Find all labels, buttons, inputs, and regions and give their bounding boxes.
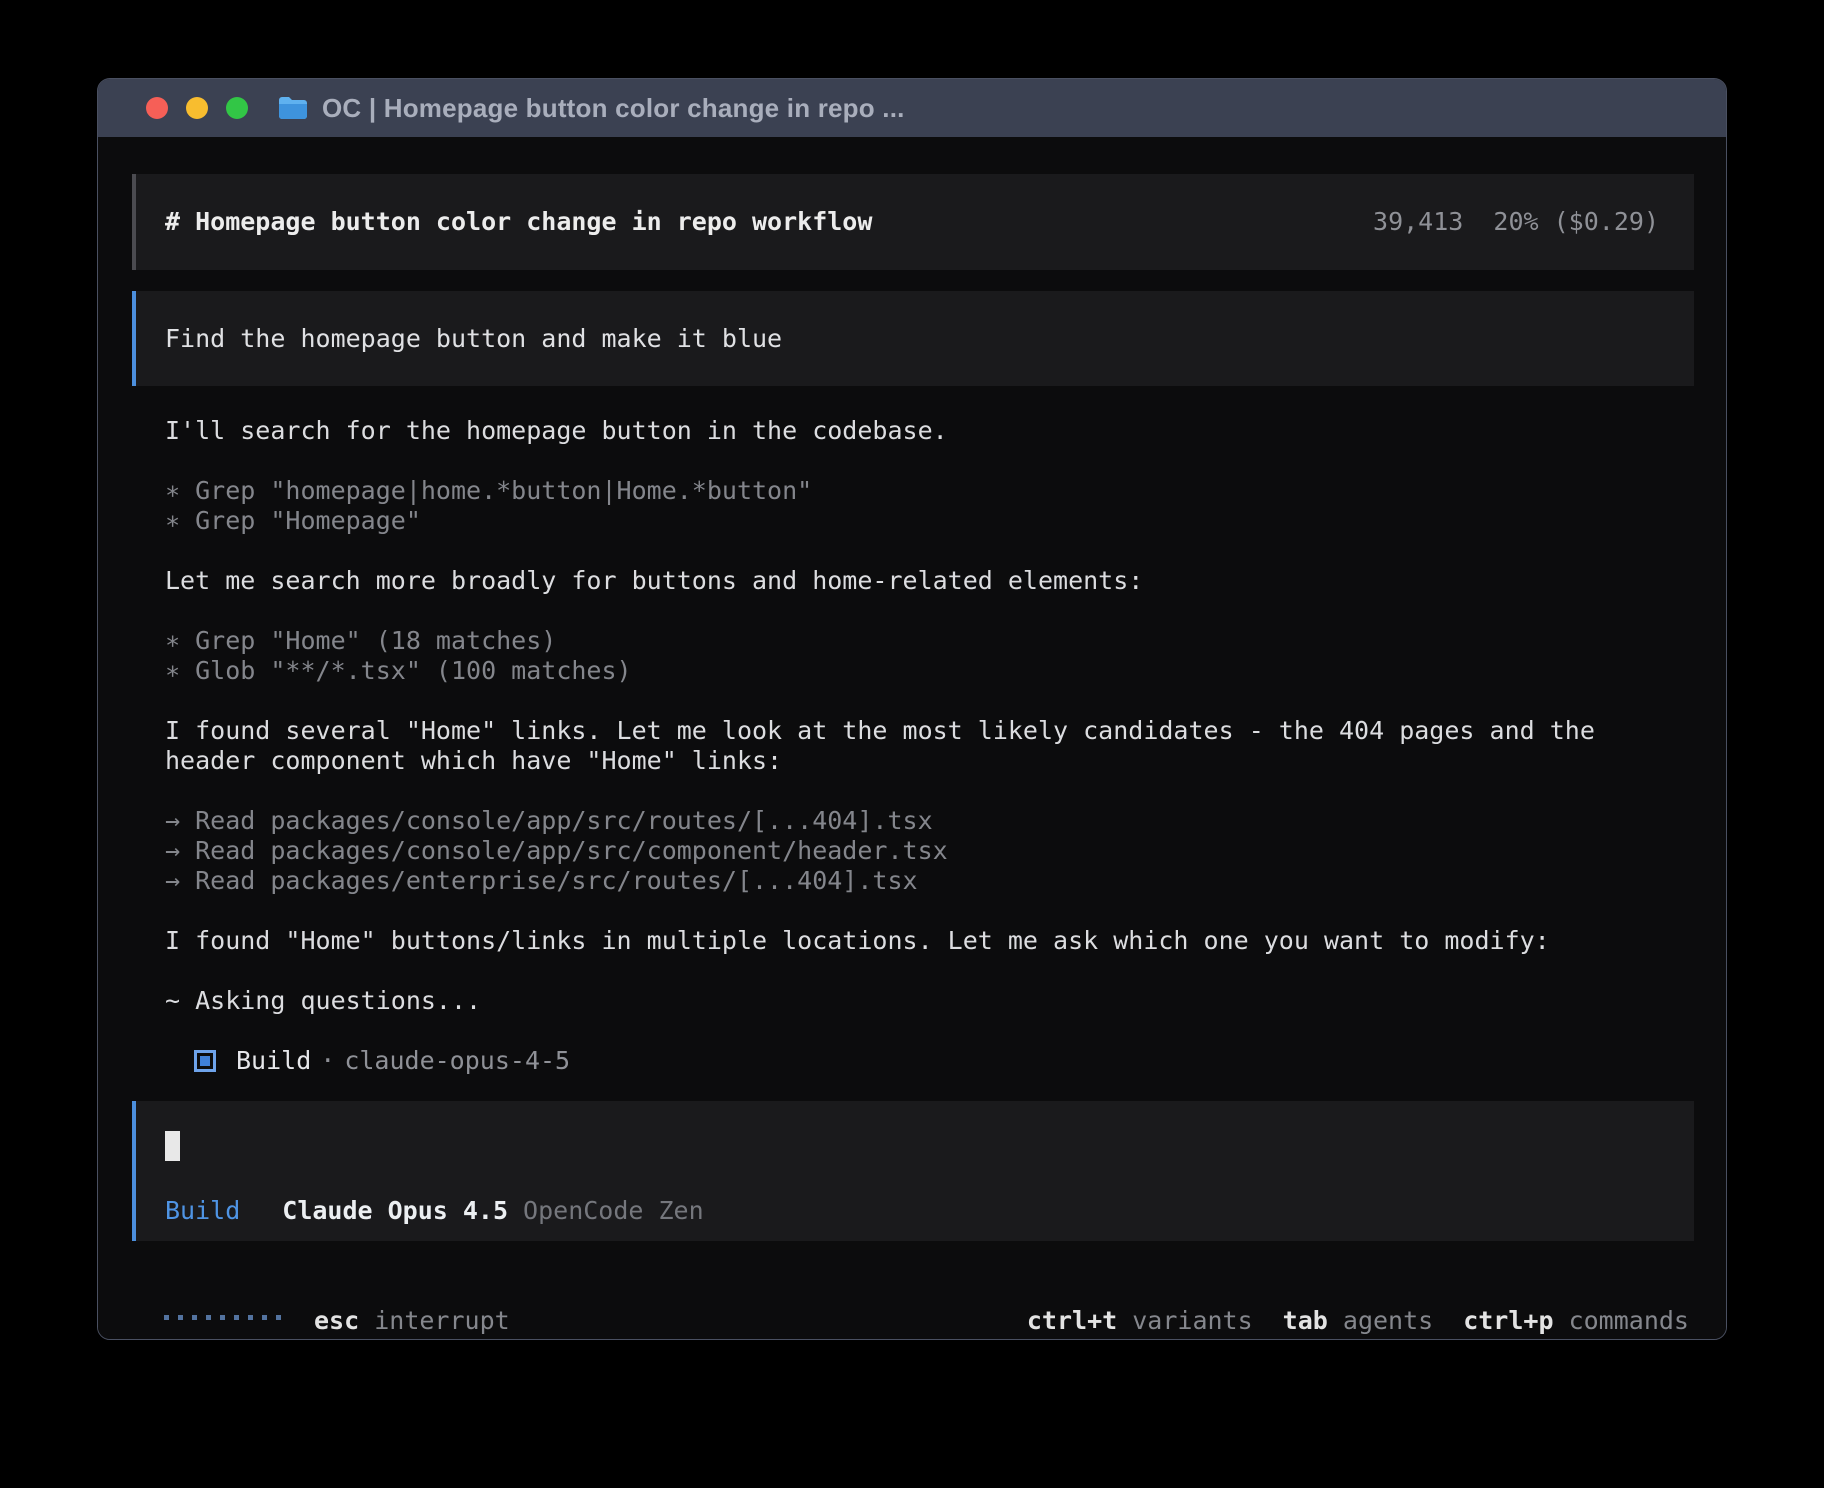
hint-commands: ctrl+p commands [1463,1306,1689,1336]
shortcut-hints: ctrl+t variants tab agents ctrl+p comman… [1027,1306,1689,1336]
tool-call-grep: ∗ Grep "Homepage" [165,506,1665,536]
blank-line [165,776,1665,806]
hint-variants: ctrl+t variants [1027,1306,1253,1336]
user-message: Find the homepage button and make it blu… [132,291,1694,386]
assistant-status-text: ~ Asking questions... [165,986,1665,1016]
tool-call-grep: ∗ Grep "homepage|home.*button|Home.*butt… [165,476,1665,506]
tab-key-label: tab [1283,1306,1328,1335]
blank-line [165,446,1665,476]
agent-name: Build [236,1046,311,1076]
hint-agents: tab agents [1283,1306,1434,1336]
window-title: OC | Homepage button color change in rep… [322,93,905,124]
statusbar: esc interrupt ctrl+t variants tab agents… [98,1306,1726,1336]
zoom-button[interactable] [226,97,248,119]
text-cursor [165,1131,180,1161]
blank-line [165,596,1665,626]
commands-label: commands [1569,1306,1689,1335]
ctrl-p-key-label: ctrl+p [1463,1306,1553,1335]
ctrl-t-key-label: ctrl+t [1027,1306,1117,1335]
traffic-lights [146,97,248,119]
esc-key-label: esc [314,1306,359,1335]
titlebar: OC | Homepage button color change in rep… [98,79,1726,137]
hint-interrupt: esc interrupt [314,1306,510,1336]
agent-build-icon [194,1050,216,1072]
assistant-text: Let me search more broadly for buttons a… [165,566,1665,596]
close-button[interactable] [146,97,168,119]
tool-call-read: → Read packages/enterprise/src/routes/[.… [165,866,1665,896]
assistant-text: I'll search for the homepage button in t… [165,416,1665,446]
tool-call-read: → Read packages/console/app/src/routes/[… [165,806,1665,836]
blank-line [165,1016,1665,1046]
tool-call-read: → Read packages/console/app/src/componen… [165,836,1665,866]
session-header: # Homepage button color change in repo w… [132,174,1694,270]
assistant-text: I found several "Home" links. Let me loo… [165,716,1665,776]
session-title: # Homepage button color change in repo w… [165,207,872,237]
minimize-button[interactable] [186,97,208,119]
prompt-input[interactable]: Build Claude Opus 4.5 OpenCode Zen [132,1101,1694,1241]
tool-call-grep: ∗ Grep "Home" (18 matches) [165,626,1665,656]
agent-mode-label[interactable]: Build [165,1196,240,1226]
blank-line [165,536,1665,566]
tool-call-glob: ∗ Glob "**/*.tsx" (100 matches) [165,656,1665,686]
terminal-content: # Homepage button color change in repo w… [98,174,1726,1340]
agents-label: agents [1343,1306,1433,1335]
blank-line [165,896,1665,926]
input-status-row: Build Claude Opus 4.5 OpenCode Zen [165,1196,1694,1226]
assistant-text: I found "Home" buttons/links in multiple… [165,926,1665,956]
variants-label: variants [1132,1306,1252,1335]
assistant-transcript: I'll search for the homepage button in t… [165,416,1665,1076]
model-id: claude-opus-4-5 [344,1046,570,1076]
terminal-window: OC | Homepage button color change in rep… [97,78,1727,1340]
session-stats: 39,413 20% ($0.29) [1373,207,1659,237]
blank-line [165,956,1665,986]
interrupt-label: interrupt [374,1306,509,1335]
provider-label: OpenCode Zen [523,1196,704,1226]
user-message-text: Find the homepage button and make it blu… [165,324,782,354]
separator-dot: · [320,1046,335,1076]
agent-status-row: Build · claude-opus-4-5 [165,1046,1665,1076]
blank-line [165,686,1665,716]
folder-icon [278,96,308,120]
model-name-label[interactable]: Claude Opus 4.5 [282,1196,508,1226]
